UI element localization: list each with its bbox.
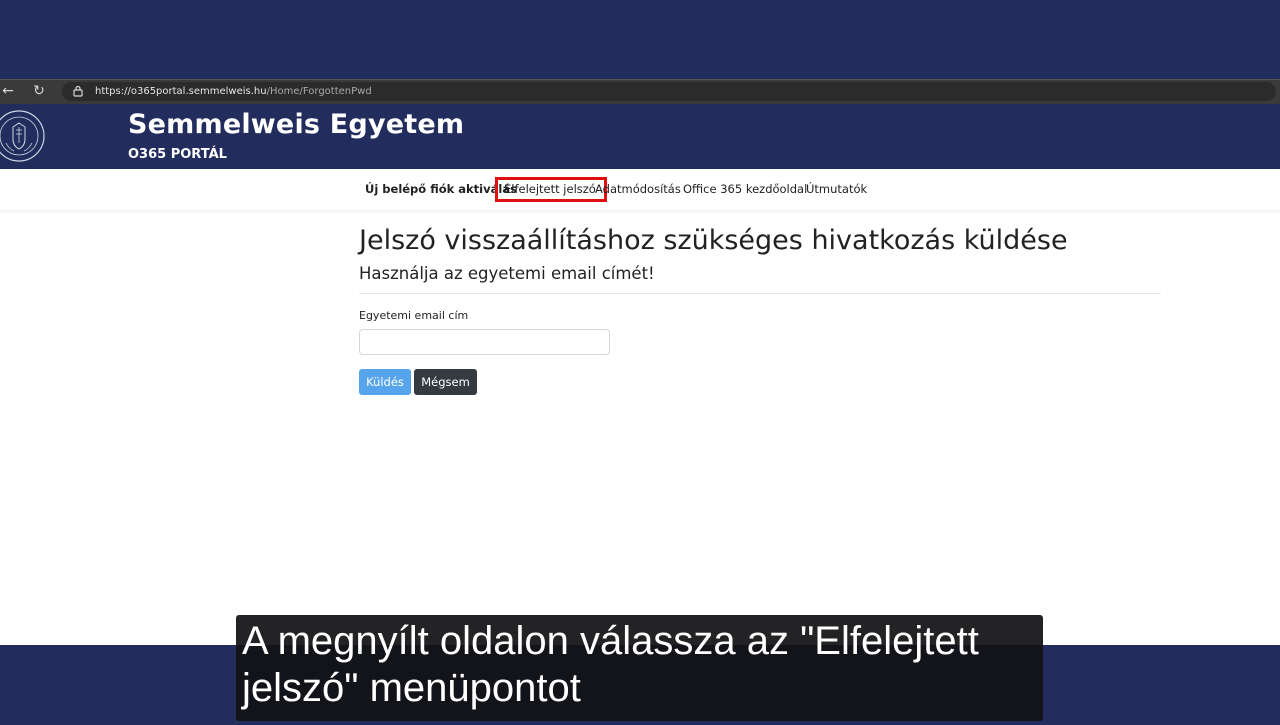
site-header: Semmelweis Egyetem O365 PORTÁL — [0, 104, 1280, 169]
cancel-button[interactable]: Mégsem — [414, 369, 477, 395]
university-seal-logo — [0, 110, 45, 162]
lock-icon[interactable] — [72, 85, 84, 97]
main-page: Új belépő fiók aktiválás Elfelejtett jel… — [0, 169, 1280, 645]
top-navigation: Új belépő fiók aktiválás Elfelejtett jel… — [0, 169, 1280, 210]
site-title[interactable]: Semmelweis Egyetem — [128, 109, 464, 140]
email-input[interactable] — [359, 329, 610, 355]
nav-item-forgotten-password[interactable]: Elfelejtett jelszó — [495, 177, 607, 202]
subtitle-caption: A megnyílt oldalon válassza az "Elfelejt… — [236, 615, 1043, 721]
page-subtitle: Használja az egyetemi email címét! — [359, 264, 655, 283]
back-arrow-icon[interactable]: ← — [0, 83, 16, 99]
nav-item-guides[interactable]: Útmutatók — [806, 182, 867, 196]
top-background-band — [0, 0, 1280, 79]
email-label: Egyetemi email cím — [359, 309, 469, 322]
browser-address-bar: ← ↻ https://o365portal.semmelweis.hu/Hom… — [0, 79, 1280, 104]
caption-line-1: A megnyílt oldalon válassza az "Elfelejt… — [242, 619, 979, 663]
page-title: Jelszó visszaállításhoz szükséges hivatk… — [359, 225, 1068, 256]
url-field[interactable]: https://o365portal.semmelweis.hu/Home/Fo… — [62, 82, 1276, 101]
caption-line-2: jelszó" menüpontot — [242, 666, 581, 710]
site-subtitle: O365 PORTÁL — [128, 147, 227, 162]
url-text: https://o365portal.semmelweis.hu/Home/Fo… — [95, 84, 372, 99]
url-host: https://o365portal.semmelweis.hu — [95, 86, 267, 97]
send-button[interactable]: Küldés — [359, 369, 411, 395]
divider — [359, 293, 1161, 294]
nav-item-office365-home[interactable]: Office 365 kezdőoldal — [683, 182, 807, 196]
url-path: /Home/ForgottenPwd — [266, 86, 372, 97]
reload-icon[interactable]: ↻ — [31, 83, 47, 99]
nav-item-data-modification[interactable]: Adatmódosítás — [595, 182, 681, 196]
